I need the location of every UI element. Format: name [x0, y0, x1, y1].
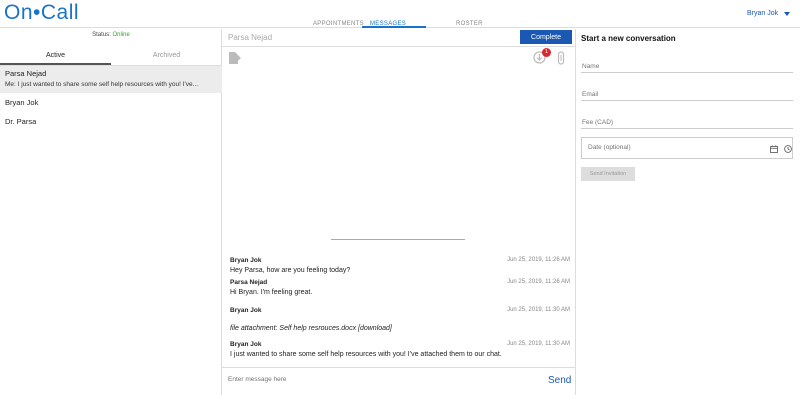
panel-title: Start a new conversation	[581, 34, 676, 43]
send-invitation-button[interactable]: Send Invitation	[581, 167, 635, 181]
tab-archived[interactable]: Archived	[111, 49, 222, 65]
conversation-preview: Me: I just wanted to share some self hel…	[5, 81, 199, 88]
message-item: Bryan Jok Jun 25, 2019, 11:26 AM Hey Par…	[230, 257, 570, 274]
message-input[interactable]	[228, 376, 528, 383]
conversation-tabs: Active Archived	[0, 49, 222, 66]
conversation-name: Dr. Parsa	[5, 117, 37, 126]
notification-badge: 1	[542, 48, 551, 57]
conversation-name: Bryan Jok	[5, 98, 39, 107]
message-body: Hey Parsa, how are you feeling today?	[230, 267, 351, 274]
attachment-icon[interactable]	[557, 51, 565, 67]
status-label: Status:	[92, 32, 111, 38]
conversation-sidebar: Status: Online Active Archived Parsa Nej…	[0, 29, 222, 395]
file-export-icon[interactable]	[227, 51, 241, 67]
chat-divider	[331, 239, 465, 240]
message-composer: Send	[222, 367, 576, 395]
new-conversation-panel: Start a new conversation Send Invitation	[577, 29, 800, 395]
message-item: Bryan Jok Jun 25, 2019, 11:30 AM I just …	[230, 341, 570, 358]
conversation-item-dr-parsa[interactable]: Dr. Parsa	[0, 114, 222, 126]
clock-icon[interactable]	[784, 145, 792, 155]
calendar-icon[interactable]	[770, 145, 778, 155]
message-item: Parsa Nejad Jun 25, 2019, 11:26 AM Hi Br…	[230, 279, 570, 296]
message-item: Bryan Jok Jun 25, 2019, 11:30 AM	[230, 307, 570, 314]
message-timestamp: Jun 25, 2019, 11:30 AM	[507, 341, 570, 347]
chat-panel: Parsa Nejad Complete 1 Bryan Jok Jun 25,…	[222, 29, 576, 395]
message-timestamp: Jun 25, 2019, 11:26 AM	[507, 279, 570, 285]
date-picker	[581, 137, 793, 159]
conversation-name: Parsa Nejad	[5, 69, 47, 78]
message-body: Hi Bryan. I'm feeling great.	[230, 289, 313, 296]
message-timestamp: Jun 25, 2019, 11:26 AM	[507, 257, 570, 263]
send-button[interactable]: Send	[548, 375, 571, 386]
conversation-item-bryan-jok[interactable]: Bryan Jok	[0, 95, 222, 107]
status-value: Online	[112, 32, 130, 38]
message-body: I just wanted to share some self help re…	[230, 351, 502, 358]
active-tab-indicator	[362, 26, 426, 28]
chat-recipient-name: Parsa Nejad	[228, 33, 273, 42]
fee-field[interactable]	[581, 117, 793, 129]
chat-header: Parsa Nejad Complete	[222, 29, 576, 47]
name-field[interactable]	[581, 61, 793, 73]
message-timestamp: Jun 25, 2019, 11:30 AM	[507, 307, 570, 313]
top-navigation-bar: On•Call APPOINTMENTS MESSAGES ROSTER Bry…	[0, 0, 800, 28]
complete-button[interactable]: Complete	[520, 30, 572, 44]
user-name: Bryan Jok	[747, 10, 779, 17]
user-menu[interactable]: Bryan Jok	[747, 10, 791, 17]
tab-active[interactable]: Active	[0, 49, 111, 65]
status-indicator: Status: Online	[0, 32, 222, 38]
file-attachment-link[interactable]: file attachment: Self help resrouces.doc…	[230, 325, 392, 332]
date-field[interactable]	[588, 144, 758, 151]
chevron-down-icon	[784, 11, 791, 16]
app-logo[interactable]: On•Call	[4, 1, 79, 25]
conversation-item-parsa-nejad[interactable]: Parsa Nejad Me: I just wanted to share s…	[0, 66, 222, 93]
email-field[interactable]	[581, 89, 793, 101]
